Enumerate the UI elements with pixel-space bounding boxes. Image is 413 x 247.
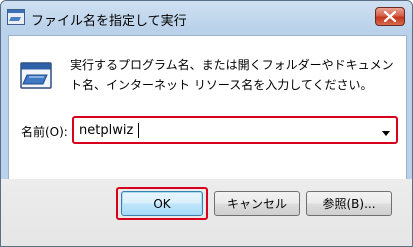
name-input[interactable]	[76, 120, 372, 140]
run-app-icon	[7, 9, 25, 25]
close-button[interactable]	[375, 7, 405, 26]
name-label: 名前(O):	[21, 125, 68, 139]
title-bar[interactable]: ファイル名を指定して実行	[1, 1, 412, 35]
browse-button[interactable]: 参照(B)...	[306, 191, 392, 216]
ok-button[interactable]: OK	[121, 191, 203, 216]
close-icon	[384, 11, 396, 22]
run-dialog: ファイル名を指定して実行 実行するプログラム名、または開くフォルダーやドキュメン…	[0, 0, 413, 247]
chevron-down-icon[interactable]	[380, 124, 392, 136]
prompt-description: 実行するプログラム名、または開くフォルダーやドキュメント名、インターネット リソ…	[70, 58, 394, 92]
button-bar: OK キャンセル 参照(B)...	[1, 179, 412, 246]
cancel-button[interactable]: キャンセル	[214, 191, 300, 216]
run-dialog-icon	[20, 61, 54, 91]
window-title: ファイル名を指定して実行	[31, 14, 187, 29]
name-combobox[interactable]	[72, 116, 398, 144]
dialog-body: 実行するプログラム名、または開くフォルダーやドキュメント名、インターネット リソ…	[8, 35, 407, 180]
text-caret	[138, 123, 139, 138]
